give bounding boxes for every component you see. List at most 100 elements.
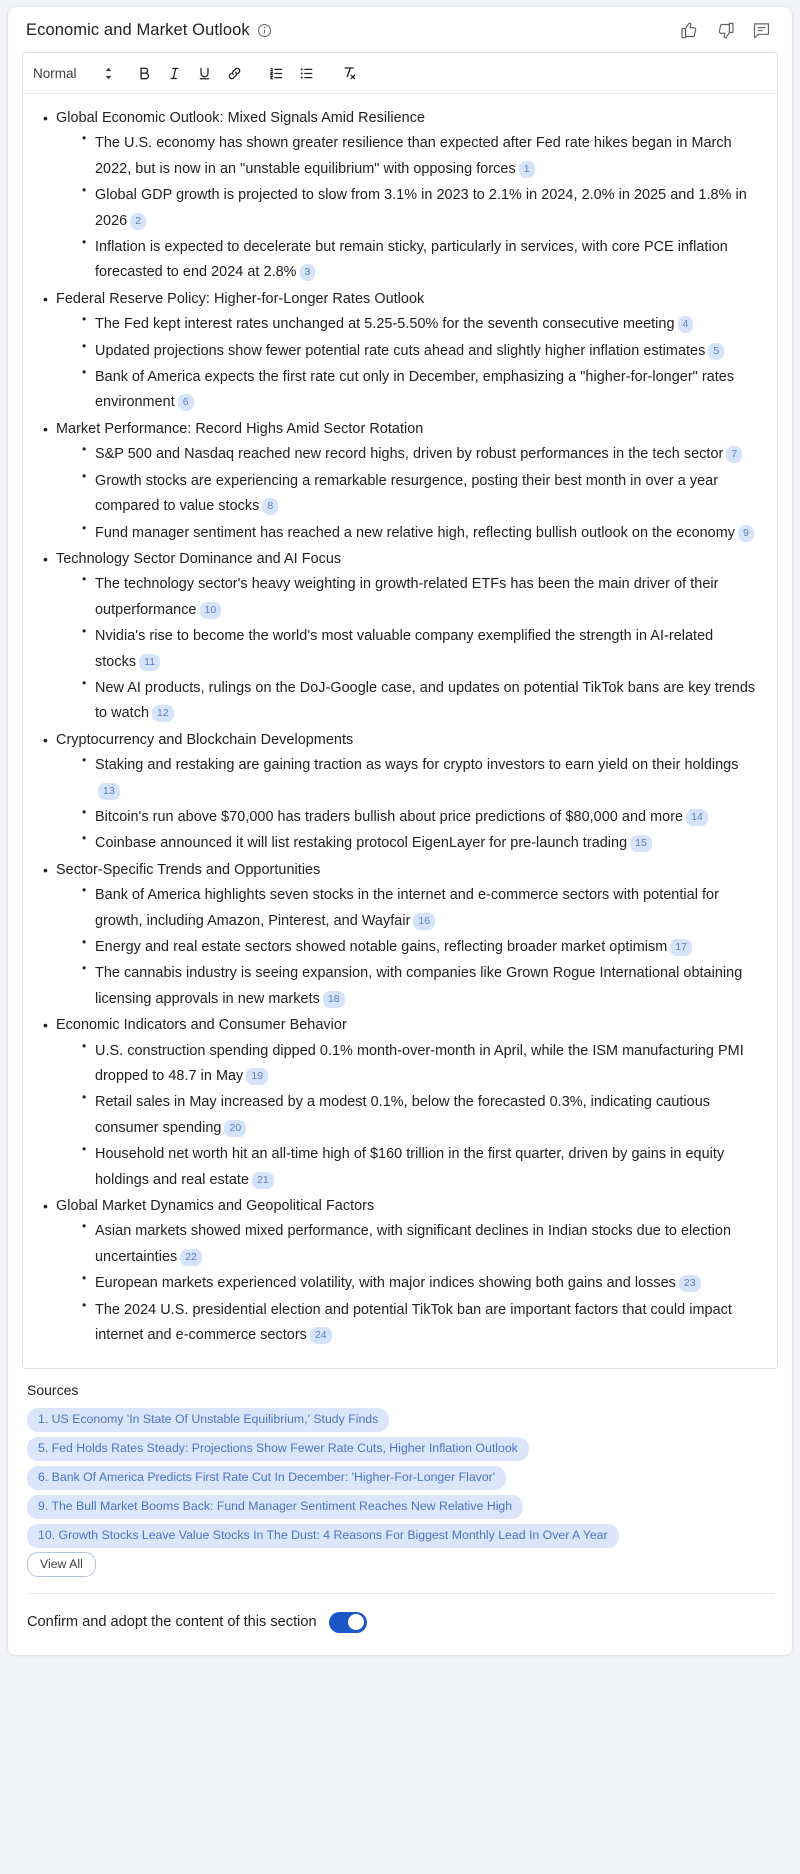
view-all-button[interactable]: View All [27,1551,96,1577]
outline-section-heading: Federal Reserve Policy: Higher-for-Longe… [56,287,757,312]
outline-section: Cryptocurrency and Blockchain Developmen… [41,728,757,857]
outline-bullet-text: Retail sales in May increased by a modes… [95,1094,711,1137]
outline-sublist: The technology sector's heavy weighting … [56,572,757,726]
outline-bullet-text: The Fed kept interest rates unchanged at… [95,312,757,337]
outline-bullet-text: Coinbase announced it will list restakin… [95,831,757,856]
outline-bullet-text: Staking and restaking are gaining tracti… [95,753,757,804]
citation-badge[interactable]: 14 [686,808,708,826]
citation-badge[interactable]: 12 [152,705,174,723]
citation-badge[interactable]: 10 [199,601,222,619]
source-chip[interactable]: 9. The Bull Market Booms Back: Fund Mana… [27,1494,524,1519]
source-chip[interactable]: 1. US Economy 'In State Of Unstable Equi… [27,1407,390,1432]
outline-bullet: Nvidia's rise to become the world's most… [80,624,757,675]
source-chip[interactable]: 6. Bank Of America Predicts First Rate C… [27,1465,507,1490]
outline-bullet: New AI products, rulings on the DoJ-Goog… [80,676,757,727]
citation-badge[interactable]: 6 [177,394,194,412]
outline-section: Federal Reserve Policy: Higher-for-Longe… [41,287,757,416]
sources-section: Sources 1. US Economy 'In State Of Unsta… [22,1369,778,1577]
citation-badge[interactable]: 2 [130,212,147,230]
outline-sublist: Bank of America highlights seven stocks … [56,883,757,1012]
source-chip[interactable]: 5. Fed Holds Rates Steady: Projections S… [27,1436,529,1461]
outline-bullet: Bank of America highlights seven stocks … [80,883,757,934]
header-left: Economic and Market Outlook [26,21,272,40]
outline-bullet: Bank of America expects the first rate c… [80,365,757,416]
style-dropdown[interactable]: Normal [33,66,114,81]
outline-bullet: Energy and real estate sectors showed no… [80,935,757,960]
outline-bullet: The cannabis industry is seeing expansio… [80,961,757,1012]
chevron-updown-icon [103,66,114,81]
outline-bullet-text: Nvidia's rise to become the world's most… [95,628,714,671]
card-header: Economic and Market Outlook [22,7,778,52]
citation-badge[interactable]: 7 [726,446,743,464]
page-title: Economic and Market Outlook [26,20,250,39]
outline-section: Sector-Specific Trends and Opportunities… [41,858,757,1012]
sources-title: Sources [27,1381,79,1398]
citation-badge[interactable]: 3 [299,264,316,282]
outline-bullet-text: European markets experienced volatility,… [95,1271,757,1296]
citation-badge[interactable]: 16 [413,912,436,930]
outline-bullet: The U.S. economy has shown greater resil… [80,131,757,182]
ordered-list-button[interactable] [262,58,292,88]
italic-button[interactable] [160,58,190,88]
source-chip[interactable]: 10. Growth Stocks Leave Value Stocks In … [27,1523,619,1548]
header-actions [679,20,776,40]
bullet-list-button[interactable] [292,58,322,88]
citation-badge[interactable]: 19 [246,1068,269,1086]
outline-bullet: Household net worth hit an all-time high… [80,1142,757,1193]
outline-bullet-text: Inflation is expected to decelerate but … [95,239,728,282]
citation-badge[interactable]: 17 [670,939,693,956]
citation-badge[interactable]: 21 [252,1171,274,1189]
confirm-label: Confirm and adopt the content of this se… [27,1614,317,1630]
outline-bullet: The Fed kept interest rates unchanged at… [80,312,757,337]
outline-section: Global Economic Outlook: Mixed Signals A… [41,106,757,286]
citation-badge[interactable]: 18 [322,990,345,1008]
outline-section-heading: Global Market Dynamics and Geopolitical … [56,1194,757,1219]
outline-bullet-text: Updated projections show fewer potential… [95,339,757,364]
style-dropdown-label: Normal [33,65,77,81]
source-chip-list: 1. US Economy 'In State Of Unstable Equi… [27,1407,774,1548]
outline-sublist: The Fed kept interest rates unchanged at… [56,312,757,416]
outline-bullet: Growth stocks are experiencing a remarka… [80,469,757,520]
outline-section-heading: Economic Indicators and Consumer Behavio… [56,1013,757,1038]
section-card: Economic and Market Outlook Normal • Glo… [7,6,793,1656]
citation-badge[interactable]: 20 [224,1119,247,1137]
outline-bullet-text: The technology sector's heavy weighting … [95,576,719,619]
info-icon[interactable] [257,23,272,38]
outline-bullet: Asian markets showed mixed performance, … [80,1219,757,1270]
outline-sublist: S&P 500 and Nasdaq reached new record hi… [56,442,757,546]
outline-section-heading: Technology Sector Dominance and AI Focus [56,547,757,572]
citation-badge[interactable]: 1 [518,160,535,178]
citation-badge[interactable]: 15 [630,835,652,853]
toggle-knob [348,1614,365,1630]
outline-section-heading: Sector-Specific Trends and Opportunities [56,858,757,883]
citation-badge[interactable]: 23 [678,1275,701,1293]
outline-bullet: Inflation is expected to decelerate but … [80,235,757,286]
citation-badge[interactable]: 13 [98,782,120,800]
citation-badge[interactable]: 5 [708,342,725,360]
editor-toolbar: Normal [23,53,777,94]
thumbs-up-icon[interactable] [679,20,699,40]
bold-button[interactable] [130,58,160,88]
underline-button[interactable] [190,58,220,88]
clear-format-button[interactable] [334,58,364,88]
outline-section-heading: Cryptocurrency and Blockchain Developmen… [56,728,757,753]
comment-icon[interactable] [751,20,771,40]
outline-sublist: The U.S. economy has shown greater resil… [56,131,757,285]
outline-bullet-text: Growth stocks are experiencing a remarka… [95,472,719,516]
document-body[interactable]: Global Economic Outlook: Mixed Signals A… [23,94,777,1368]
outline-bullet: Fund manager sentiment has reached a new… [80,521,757,546]
citation-badge[interactable]: 11 [139,653,161,671]
citation-badge[interactable]: 9 [738,524,754,542]
confirm-toggle[interactable] [328,1611,367,1633]
citation-badge[interactable]: 24 [309,1327,332,1345]
outline-bullet-text: Fund manager sentiment has reached a new… [95,521,757,546]
link-button[interactable] [220,58,250,88]
thumbs-down-icon[interactable] [715,20,735,40]
outline-bullet: European markets experienced volatility,… [80,1271,757,1296]
citation-badge[interactable]: 22 [180,1248,203,1266]
citation-badge[interactable]: 4 [677,316,694,334]
outline-list: Global Economic Outlook: Mixed Signals A… [41,106,757,1349]
citation-badge[interactable]: 8 [262,498,279,516]
outline-bullet-text: New AI products, rulings on the DoJ-Goog… [95,679,756,723]
outline-section: Technology Sector Dominance and AI Focus… [41,547,757,727]
